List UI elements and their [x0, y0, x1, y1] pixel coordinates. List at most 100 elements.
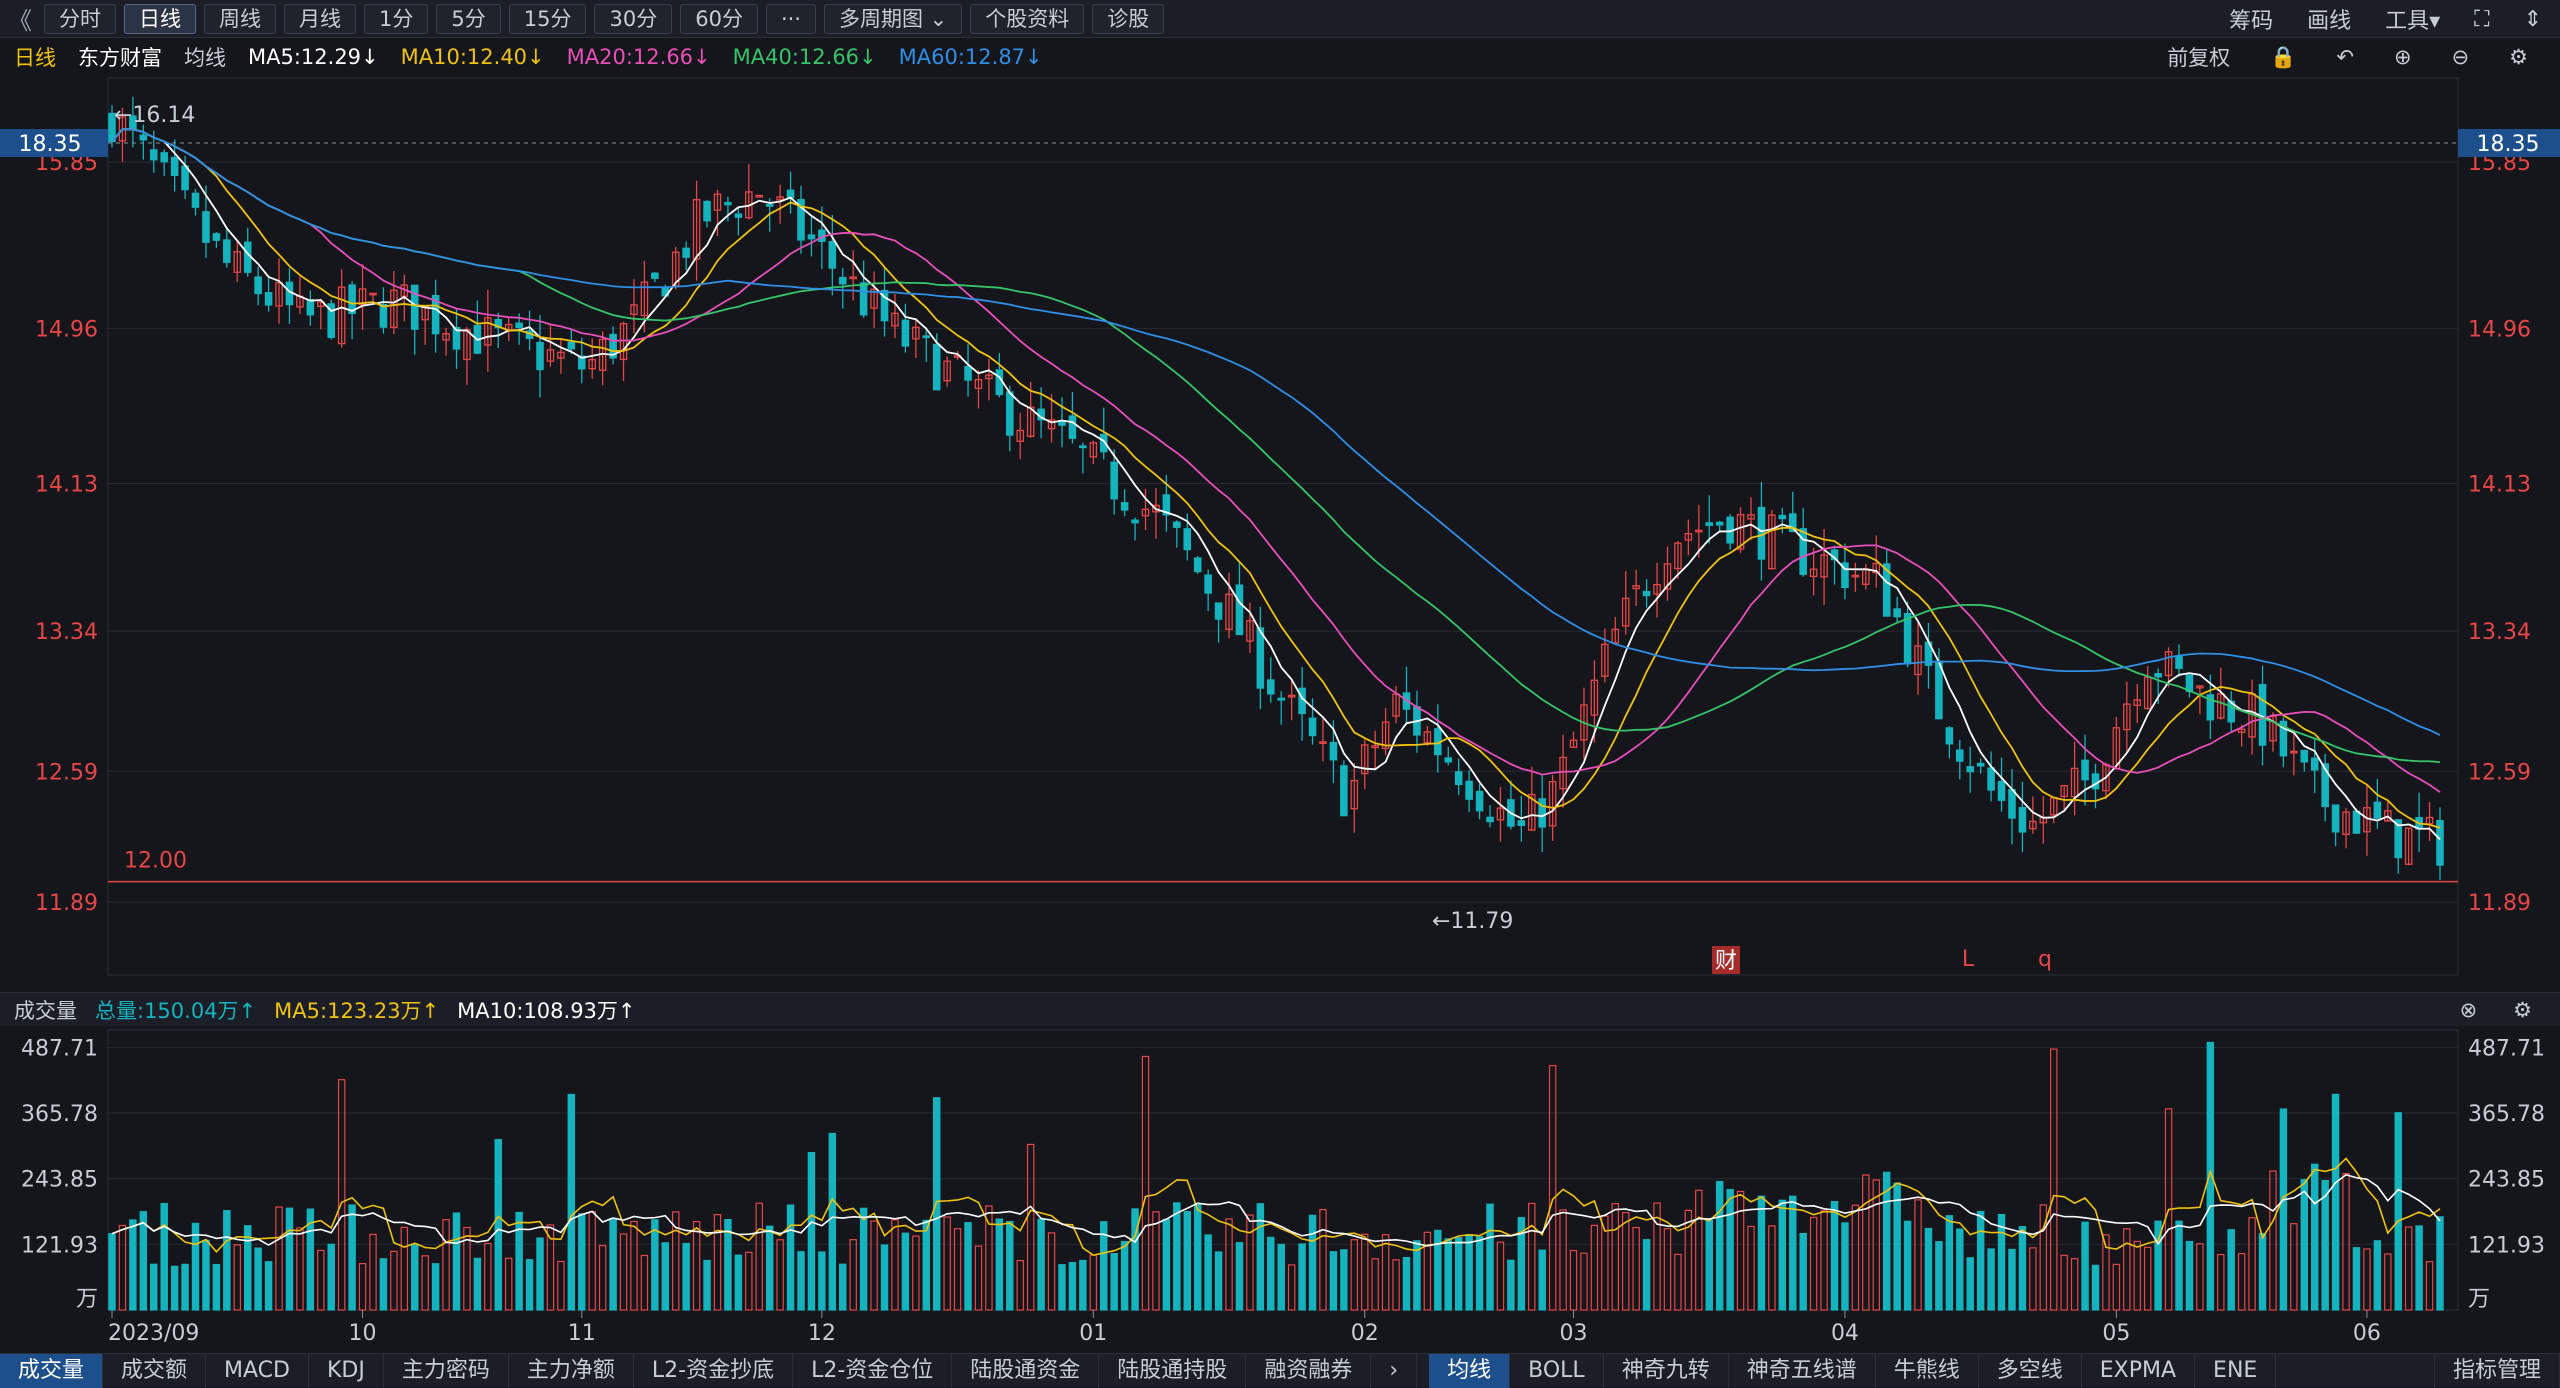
- volume-bar: [1079, 1259, 1087, 1311]
- lock-icon[interactable]: 🔒: [2270, 45, 2296, 70]
- volume-bar: [1016, 1259, 1024, 1311]
- volume-bar: [400, 1226, 409, 1311]
- kline-chart[interactable]: 15.85 15.8514.96 14.9614.13 14.1313.34 13.34…: [0, 0, 2560, 1387]
- period-tab-6[interactable]: 15分: [508, 3, 587, 34]
- period-tab-0[interactable]: 分时: [44, 3, 116, 34]
- indicator-tab-3[interactable]: KDJ: [309, 1353, 384, 1388]
- overlay-tab-7[interactable]: ENE: [2195, 1353, 2277, 1388]
- volume-bar: [818, 1251, 826, 1311]
- period-tab-12[interactable]: 诊股: [1092, 3, 1165, 34]
- volume-bar: [2123, 1228, 2131, 1311]
- volume-bar: [2185, 1240, 2194, 1311]
- indicator-tab-6[interactable]: L2-资金抄底: [634, 1353, 794, 1388]
- overlay-tab-2[interactable]: 神奇九转: [1604, 1353, 1729, 1388]
- volume-bar: [1956, 1228, 1964, 1311]
- price-tick-left: 11.89: [35, 891, 98, 916]
- volume-bar: [1580, 1252, 1588, 1311]
- candle-body: [1068, 415, 1077, 439]
- candle-body: [1966, 766, 1975, 773]
- volume-bar: [870, 1220, 878, 1311]
- volume-bar: [1225, 1218, 1233, 1311]
- candle-body: [703, 200, 711, 222]
- volume-bar: [2008, 1248, 2016, 1311]
- zoom-in-icon[interactable]: ⊕: [2394, 45, 2412, 69]
- candle-body: [2300, 749, 2309, 763]
- candle-body: [515, 322, 523, 328]
- period-tab-11[interactable]: 个股资料: [970, 3, 1085, 34]
- period-tab-2[interactable]: 周线: [204, 3, 276, 34]
- indicator-manager-button[interactable]: 指标管理: [2433, 1353, 2560, 1388]
- volume-bar: [1486, 1203, 1494, 1311]
- period-tab-1[interactable]: 日线: [124, 3, 196, 34]
- volume-bar: [1173, 1202, 1181, 1311]
- candle-body: [1475, 790, 1484, 812]
- candle-body: [2091, 773, 2100, 790]
- volume-bar: [1528, 1202, 1536, 1311]
- period-tab-10[interactable]: 多周期图 ⌄: [823, 3, 963, 34]
- volume-bar: [191, 1222, 200, 1311]
- period-tab-7[interactable]: 30分: [594, 3, 673, 34]
- period-tab-5[interactable]: 5分: [436, 3, 501, 34]
- candle-body: [2008, 788, 2016, 819]
- volume-bar: [567, 1093, 576, 1311]
- settings-icon[interactable]: ⚙: [2513, 998, 2532, 1022]
- indicator-tab-10[interactable]: 融资融券: [1246, 1353, 1372, 1388]
- period-tab-9[interactable]: ···: [765, 3, 816, 34]
- volume-bar: [1329, 1251, 1338, 1311]
- indicator-tab-1[interactable]: 成交额: [103, 1353, 207, 1388]
- volume-bar: [1987, 1248, 1995, 1311]
- ma10-line: [111, 128, 2441, 829]
- overlay-tab-4[interactable]: 牛熊线: [1876, 1353, 1979, 1388]
- ma-label[interactable]: 均线: [184, 42, 226, 72]
- tabs-next-icon[interactable]: ›: [1371, 1353, 1418, 1388]
- volume-bar: [2321, 1179, 2329, 1311]
- overlay-tab-5[interactable]: 多空线: [1979, 1353, 2082, 1388]
- adjust-select[interactable]: 前复权: [2167, 42, 2230, 72]
- ma20-value: MA20:12.66↓: [566, 45, 711, 69]
- volume-bar: [1507, 1259, 1515, 1311]
- volume-bar: [640, 1254, 649, 1311]
- candle-body: [264, 292, 273, 306]
- undo-icon[interactable]: ↶: [2336, 45, 2354, 69]
- volume-bar: [1120, 1240, 1129, 1311]
- volume-bar: [504, 1257, 513, 1311]
- candle-body: [1705, 522, 1714, 526]
- period-tab-8[interactable]: 60分: [680, 3, 758, 34]
- overlay-tab-1[interactable]: BOLL: [1510, 1353, 1604, 1388]
- volume-bar: [1402, 1256, 1411, 1311]
- candle-body: [1454, 771, 1463, 786]
- candle-body: [2175, 655, 2183, 669]
- overlay-tab-6[interactable]: EXPMA: [2082, 1353, 2196, 1388]
- overlay-tab-0[interactable]: 均线: [1429, 1353, 1511, 1388]
- indicator-tab-9[interactable]: 陆股通持股: [1099, 1353, 1247, 1388]
- period-tab-3[interactable]: 月线: [284, 3, 356, 34]
- collapse-left-icon[interactable]: 《: [8, 1, 32, 36]
- candle-body: [1903, 613, 1912, 665]
- volume-bar: [1872, 1179, 1881, 1311]
- indicator-tab-8[interactable]: 陆股通资金: [952, 1353, 1100, 1388]
- candle-body: [1079, 445, 1087, 449]
- volume-bar: [2091, 1264, 2100, 1311]
- volume-tick-left: 121.93: [21, 1233, 98, 1258]
- ma20-line: [111, 128, 2441, 793]
- close-icon[interactable]: ⊗: [2460, 998, 2478, 1022]
- toolbar-right-item-3[interactable]: ⛶: [2474, 7, 2489, 32]
- toolbar-right-item-0[interactable]: 筹码: [2229, 3, 2273, 35]
- zoom-out-icon[interactable]: ⊖: [2452, 45, 2470, 69]
- indicator-tab-7[interactable]: L2-资金仓位: [793, 1353, 953, 1388]
- toolbar-right-item-2[interactable]: 工具▾: [2385, 3, 2440, 35]
- x-tick-label: 2023/09: [108, 1321, 199, 1346]
- settings-icon[interactable]: ⚙: [2509, 45, 2528, 69]
- volume-bar: [1548, 1065, 1557, 1311]
- toolbar-right-item-4[interactable]: ⇕: [2524, 7, 2542, 32]
- overlay-tab-3[interactable]: 神奇五线谱: [1729, 1353, 1876, 1388]
- volume-bar: [327, 1243, 335, 1311]
- indicator-tab-5[interactable]: 主力净额: [509, 1353, 634, 1388]
- volume-bar: [1214, 1251, 1223, 1311]
- volume-bar: [1141, 1055, 1150, 1311]
- period-tab-4[interactable]: 1分: [364, 3, 429, 34]
- indicator-tab-0[interactable]: 成交量: [0, 1353, 104, 1388]
- indicator-tab-2[interactable]: MACD: [206, 1353, 309, 1388]
- toolbar-right-item-1[interactable]: 画线: [2307, 3, 2351, 35]
- indicator-tab-4[interactable]: 主力密码: [384, 1353, 509, 1388]
